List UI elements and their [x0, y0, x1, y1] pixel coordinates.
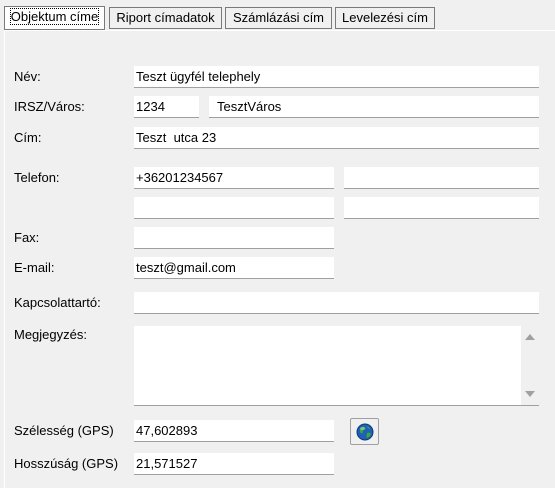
phone1-input[interactable] — [134, 167, 334, 189]
phone4-input[interactable] — [344, 197, 539, 219]
zip-city-label: IRSZ/Város: — [14, 99, 85, 114]
scroll-up-icon[interactable] — [525, 334, 535, 340]
address-label: Cím: — [14, 130, 42, 145]
phone2-input[interactable] — [344, 167, 539, 189]
latitude-input[interactable] — [134, 420, 334, 442]
tab-label: Riport címadatok — [116, 10, 215, 25]
email-label: E-mail: — [14, 260, 55, 275]
tab-riport-cimadatok[interactable]: Riport címadatok — [109, 7, 222, 29]
scroll-down-icon[interactable] — [525, 391, 535, 397]
gps-locate-button[interactable] — [350, 418, 379, 445]
note-scrollbar[interactable] — [521, 326, 539, 405]
contact-input[interactable] — [134, 292, 539, 314]
tab-levelezesi-cim[interactable]: Levelezési cím — [335, 7, 435, 29]
longitude-label: Hosszúság (GPS) — [14, 456, 119, 471]
tab-bar: Objektum címe Riport címadatok Számlázás… — [0, 0, 555, 32]
fax-input[interactable] — [134, 227, 334, 249]
globe-icon — [356, 423, 373, 440]
phone-label: Telefon: — [14, 170, 60, 185]
address-input[interactable] — [134, 127, 539, 149]
tab-szamlazasi-cim[interactable]: Számlázási cím — [225, 7, 332, 29]
tab-objektum-cime[interactable]: Objektum címe — [4, 6, 105, 30]
zip-input[interactable] — [134, 96, 199, 118]
tab-label: Számlázási cím — [232, 10, 325, 25]
tab-label: Objektum címe — [9, 8, 100, 25]
latitude-label: Szélesség (GPS) — [14, 423, 114, 438]
email-input[interactable] — [134, 257, 334, 279]
city-input[interactable] — [209, 96, 539, 118]
tab-label: Levelezési cím — [342, 10, 428, 25]
phone3-input[interactable] — [134, 197, 334, 219]
longitude-input[interactable] — [134, 453, 334, 475]
note-label: Megjegyzés: — [14, 327, 87, 342]
name-label: Név: — [14, 69, 41, 84]
name-input[interactable] — [134, 66, 539, 88]
fax-label: Fax: — [14, 230, 40, 245]
note-textarea[interactable] — [134, 326, 539, 406]
contact-label: Kapcsolattartó: — [14, 295, 101, 310]
